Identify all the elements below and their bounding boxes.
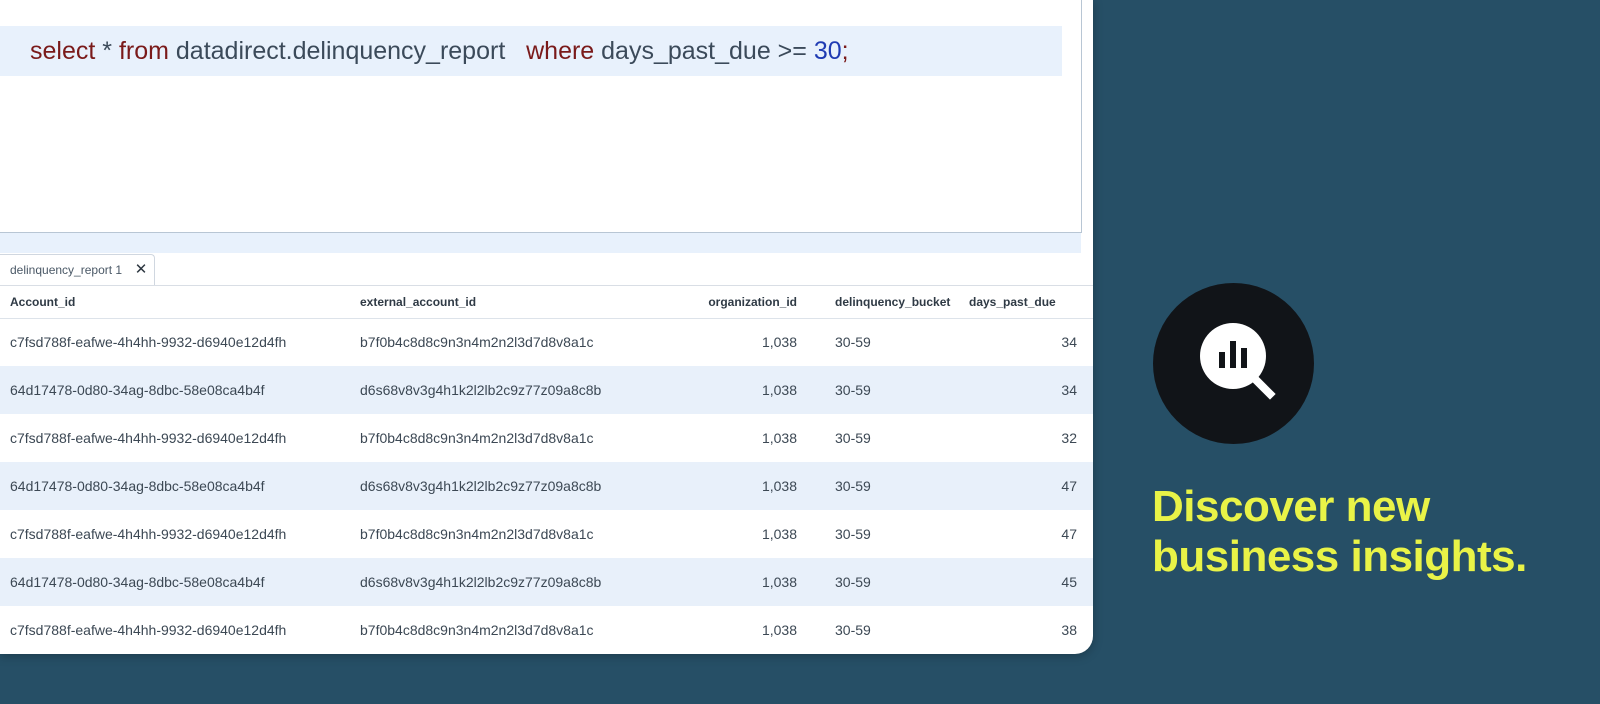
sql-token: days_past_due >=: [594, 36, 814, 65]
cell-days-past-due: 47: [959, 462, 1093, 510]
table-row[interactable]: c7fsd788f-eafwe-4h4hh-9932-d6940e12d4fh b…: [0, 606, 1093, 654]
cell-days-past-due: 34: [1061, 334, 1077, 351]
cell-external-account-id: d6s68v8v3g4h1k2l2lb2c9z77z09a8c8b: [350, 462, 660, 510]
close-icon[interactable]: ✕: [134, 262, 148, 277]
column-header-organization-id[interactable]: organization_id: [660, 286, 807, 319]
cell-organization-id: 1,038: [761, 430, 797, 446]
cell-external-account-id: b7f0b4c8d8c9n3n4m2n2l3d7d8v8a1c: [360, 622, 594, 638]
sql-editor[interactable]: select * from datadirect.delinquency_rep…: [0, 0, 1082, 233]
column-header-external-account-id[interactable]: external_account_id: [350, 286, 660, 319]
cell-external-account-id: b7f0b4c8d8c9n3n4m2n2l3d7d8v8a1c: [360, 526, 594, 542]
results-table: Account_id external_account_id organizat…: [0, 286, 1093, 654]
cell-days-past-due: 45: [959, 558, 1093, 606]
cell-delinquency-bucket: 30-59: [807, 558, 959, 606]
cell-organization-id: 1,038: [761, 526, 797, 542]
cell-delinquency-bucket: 30-59: [835, 334, 871, 351]
table-row[interactable]: c7fsd788f-eafwe-4h4hh-9932-d6940e12d4fh b…: [0, 318, 1093, 366]
cell-delinquency-bucket: 30-59: [835, 622, 871, 638]
promo-headline: Discover new business insights.: [1152, 482, 1572, 582]
cell-organization-id: 1,038: [660, 366, 807, 414]
table-row[interactable]: c7fsd788f-eafwe-4h4hh-9932-d6940e12d4fh b…: [0, 414, 1093, 462]
cell-account-id: 64d17478-0d80-34ag-8dbc-58e08ca4b4f: [0, 366, 350, 414]
cell-organization-id: 1,038: [761, 334, 797, 351]
column-header-delinquency-bucket[interactable]: delinquency_bucket: [807, 286, 959, 319]
results-tab-label: delinquency_report 1: [10, 263, 123, 277]
sql-token: where: [526, 36, 595, 65]
cell-account-id: c7fsd788f-eafwe-4h4hh-9932-d6940e12d4fh: [10, 526, 287, 542]
table-row[interactable]: 64d17478-0d80-34ag-8dbc-58e08ca4b4f d6s68…: [0, 462, 1093, 510]
cell-external-account-id: b7f0b4c8d8c9n3n4m2n2l3d7d8v8a1c: [360, 334, 594, 351]
cell-delinquency-bucket: 30-59: [807, 462, 959, 510]
cell-external-account-id: d6s68v8v3g4h1k2l2lb2c9z77z09a8c8b: [350, 366, 660, 414]
sql-token: *: [95, 36, 119, 65]
promo-badge: [1153, 283, 1314, 444]
sql-token: select: [30, 36, 96, 65]
cell-days-past-due: 32: [1061, 430, 1077, 446]
table-row[interactable]: 64d17478-0d80-34ag-8dbc-58e08ca4b4f d6s68…: [0, 558, 1093, 606]
sql-workspace-panel: select * from datadirect.delinquency_rep…: [0, 0, 1093, 654]
sql-token: from: [118, 36, 169, 65]
cell-days-past-due: 47: [1061, 526, 1077, 542]
cell-organization-id: 1,038: [761, 622, 797, 638]
cell-organization-id: 1,038: [660, 558, 807, 606]
cell-delinquency-bucket: 30-59: [835, 526, 871, 542]
sql-token: ;: [841, 36, 849, 65]
table-header-row: Account_id external_account_id organizat…: [0, 286, 1093, 319]
column-header-days-past-due[interactable]: days_past_due: [959, 286, 1093, 319]
table-row[interactable]: c7fsd788f-eafwe-4h4hh-9932-d6940e12d4fh b…: [0, 510, 1093, 558]
sql-token: 30: [813, 36, 842, 65]
sql-query-line[interactable]: select * from datadirect.delinquency_rep…: [0, 26, 1062, 76]
promo-headline-line-2: business insights.: [1152, 532, 1527, 581]
cell-days-past-due: 38: [1061, 622, 1077, 638]
results-tab[interactable]: delinquency_report 1 ✕: [0, 254, 155, 285]
bar-chart-magnifier-icon: [1200, 323, 1276, 400]
column-header-account-id[interactable]: Account_id: [0, 286, 350, 319]
results-tab-bar: delinquency_report 1 ✕: [0, 253, 1093, 286]
cell-account-id: 64d17478-0d80-34ag-8dbc-58e08ca4b4f: [0, 558, 350, 606]
editor-results-splitter[interactable]: [0, 233, 1081, 253]
cell-days-past-due: 34: [959, 366, 1093, 414]
cell-organization-id: 1,038: [660, 462, 807, 510]
cell-account-id: c7fsd788f-eafwe-4h4hh-9932-d6940e12d4fh: [10, 430, 287, 446]
sql-token: datadirect.delinquency_report: [168, 36, 527, 65]
table-row[interactable]: 64d17478-0d80-34ag-8dbc-58e08ca4b4f d6s68…: [0, 366, 1093, 414]
cell-external-account-id: d6s68v8v3g4h1k2l2lb2c9z77z09a8c8b: [350, 558, 660, 606]
cell-delinquency-bucket: 30-59: [835, 430, 871, 446]
cell-account-id: 64d17478-0d80-34ag-8dbc-58e08ca4b4f: [0, 462, 350, 510]
cell-account-id: c7fsd788f-eafwe-4h4hh-9932-d6940e12d4fh: [10, 334, 287, 351]
cell-external-account-id: b7f0b4c8d8c9n3n4m2n2l3d7d8v8a1c: [360, 430, 594, 446]
promo-headline-line-1: Discover new: [1152, 482, 1430, 531]
cell-delinquency-bucket: 30-59: [807, 366, 959, 414]
cell-account-id: c7fsd788f-eafwe-4h4hh-9932-d6940e12d4fh: [10, 622, 287, 638]
